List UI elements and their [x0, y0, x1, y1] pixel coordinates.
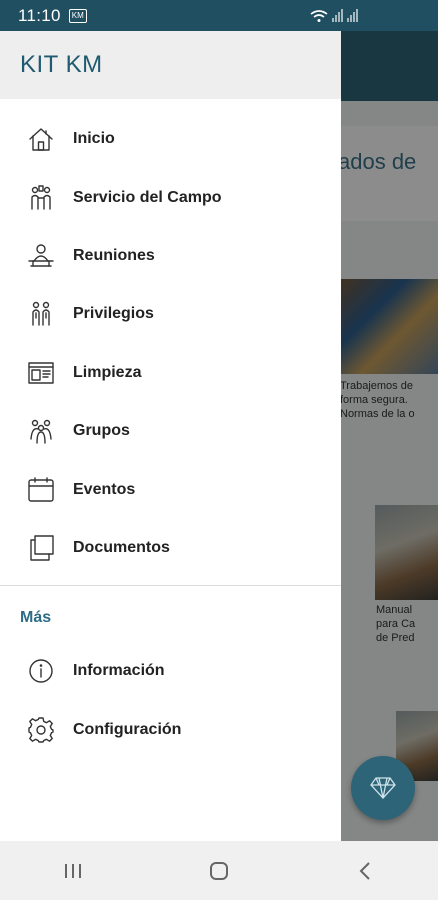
privileges-icon [26, 299, 56, 329]
back-button[interactable] [335, 851, 395, 891]
drawer-menu: Inicio Servicio del Campo Reuniones Priv… [0, 99, 341, 577]
notification-icon: KM [68, 8, 87, 23]
navigation-drawer: KIT KM Inicio Servicio del Campo Reunion… [0, 31, 341, 841]
menu-label: Reuniones [73, 246, 155, 264]
signal-icon-2 [347, 9, 358, 22]
home-button[interactable] [189, 851, 249, 891]
diamond-fab-button[interactable] [351, 756, 415, 820]
info-icon [26, 656, 56, 686]
system-nav-bar [0, 841, 438, 900]
menu-label: Documentos [73, 538, 170, 556]
back-icon [359, 861, 370, 880]
menu-item-servicio-del-campo[interactable]: Servicio del Campo [0, 168, 341, 226]
menu-item-eventos[interactable]: Eventos [0, 460, 341, 518]
menu-item-configuracion[interactable]: Configuración [0, 701, 341, 759]
cleaning-icon [26, 358, 56, 388]
home-nav-icon [210, 861, 228, 880]
menu-label: Servicio del Campo [73, 188, 222, 206]
groups-icon [26, 416, 56, 446]
menu-item-inicio[interactable]: Inicio [0, 110, 341, 168]
gear-icon [26, 715, 56, 745]
status-bar: 11:10 KM [0, 0, 438, 31]
menu-item-documentos[interactable]: Documentos [0, 519, 341, 577]
menu-item-reuniones[interactable]: Reuniones [0, 227, 341, 285]
menu-item-privilegios[interactable]: Privilegios [0, 285, 341, 343]
status-indicators [310, 9, 358, 23]
calendar-icon [26, 475, 56, 505]
menu-item-limpieza[interactable]: Limpieza [0, 344, 341, 402]
menu-item-grupos[interactable]: Grupos [0, 402, 341, 460]
recent-apps-icon [65, 863, 81, 878]
recent-apps-button[interactable] [43, 851, 103, 891]
menu-label: Información [73, 662, 165, 680]
status-time: 11:10 [18, 5, 61, 25]
meetings-icon [26, 241, 56, 271]
menu-item-informacion[interactable]: Información [0, 642, 341, 700]
menu-label: Inicio [73, 130, 115, 148]
signal-icon [332, 9, 343, 22]
section-title-mas: Más [20, 609, 52, 627]
menu-label: Limpieza [73, 363, 142, 381]
wifi-icon [310, 9, 328, 22]
documents-icon [26, 533, 56, 563]
diamond-icon [370, 777, 396, 799]
menu-label: Eventos [73, 480, 136, 498]
menu-label: Configuración [73, 720, 182, 738]
drawer-title: KIT KM [20, 51, 103, 78]
home-icon [26, 124, 56, 154]
menu-label: Privilegios [73, 305, 154, 323]
field-service-icon [26, 183, 56, 213]
drawer-header: KIT KM [0, 31, 341, 99]
menu-label: Grupos [73, 422, 130, 440]
